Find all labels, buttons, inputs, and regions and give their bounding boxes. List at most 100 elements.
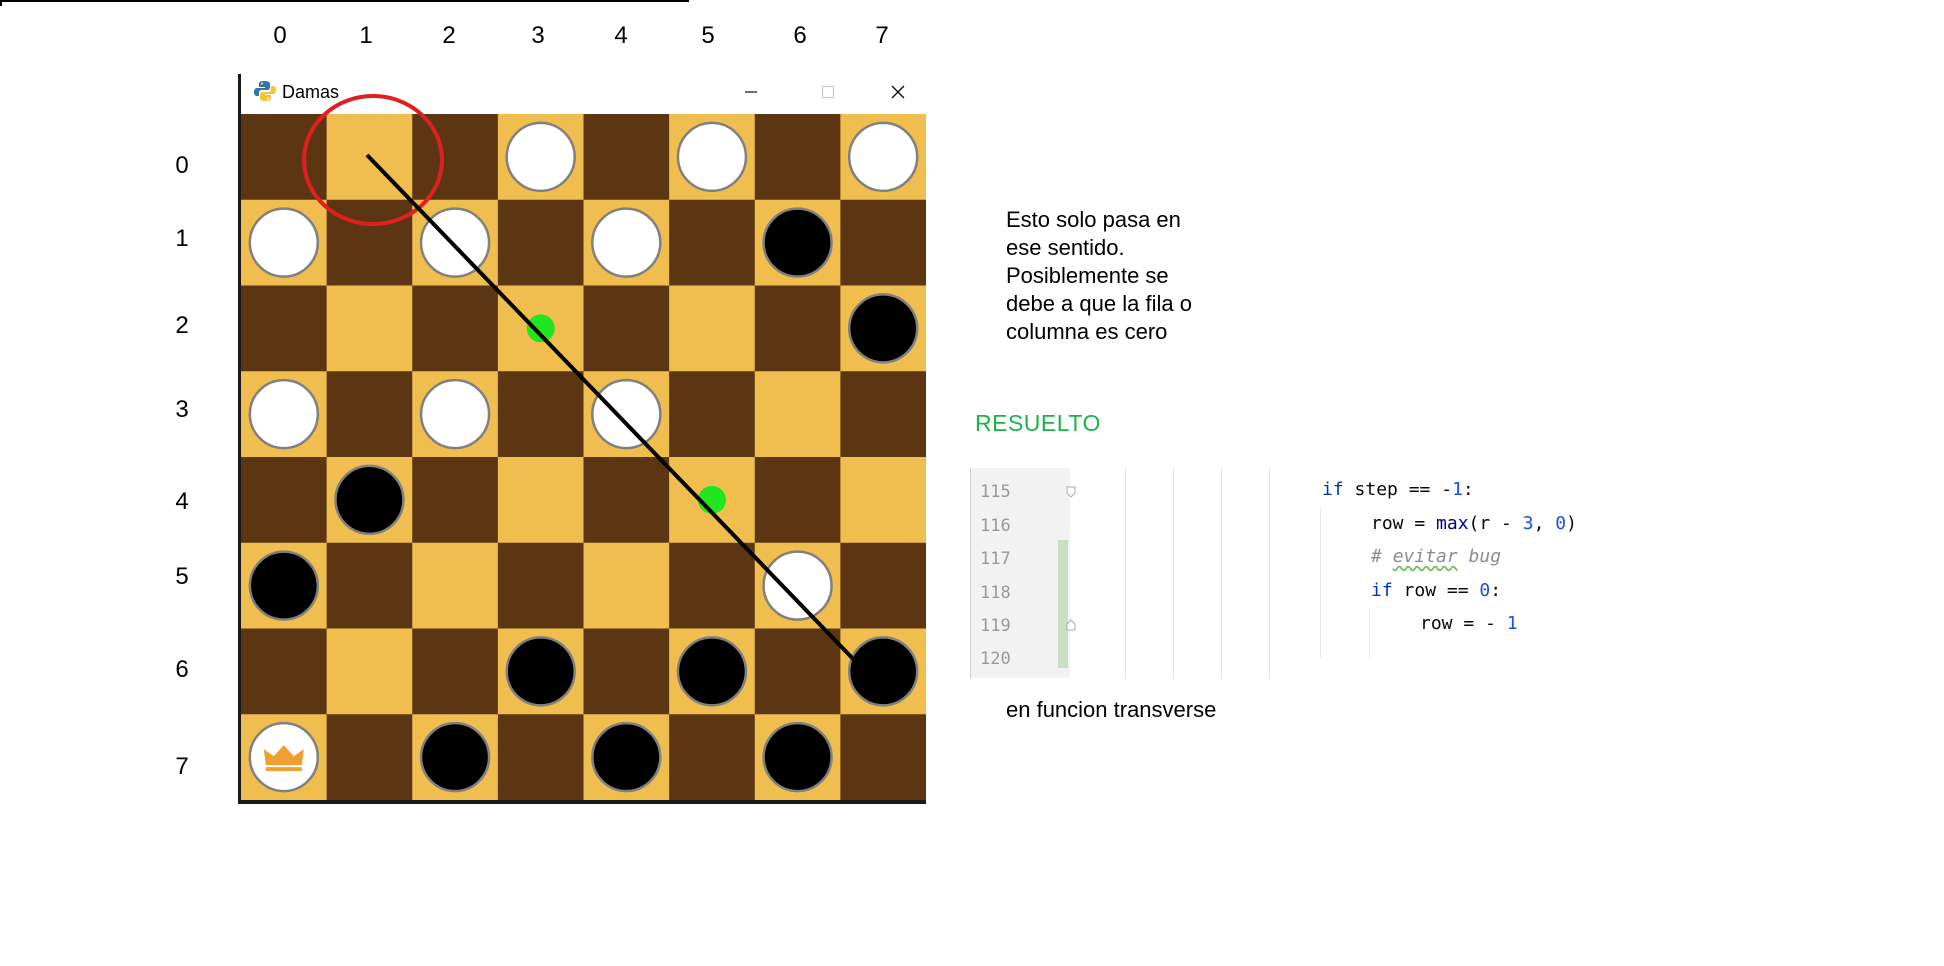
code-line-117: # evitar bug [1371, 546, 1502, 567]
dark-square[interactable] [583, 285, 670, 372]
line-number: 115 [980, 482, 1011, 502]
window-title: Damas [282, 82, 340, 102]
dark-square[interactable] [326, 542, 413, 629]
black-piece[interactable] [505, 636, 576, 707]
dark-square[interactable] [497, 714, 584, 800]
board-canvas[interactable] [241, 114, 926, 800]
white-piece[interactable] [591, 378, 662, 450]
close-button[interactable] [875, 74, 921, 110]
line-number: 120 [980, 649, 1011, 669]
dark-square[interactable] [497, 199, 584, 286]
column-label: 1 [359, 22, 373, 49]
white-piece[interactable] [847, 121, 919, 193]
dark-square[interactable] [840, 542, 926, 629]
white-piece[interactable] [419, 378, 491, 450]
minimize-button[interactable] [728, 74, 774, 110]
crown-base [265, 767, 302, 772]
light-square[interactable] [754, 371, 841, 458]
code-line-119: row = - 1 [1420, 613, 1518, 634]
dark-square[interactable] [326, 199, 413, 286]
light-square[interactable] [412, 542, 499, 629]
note-line: Posiblemente se [1006, 263, 1169, 288]
light-square[interactable] [326, 628, 413, 715]
white-piece[interactable] [248, 207, 320, 278]
dark-square[interactable] [241, 628, 328, 715]
note-line: Esto solo pasa en [1006, 207, 1181, 232]
indent-guide [1125, 468, 1126, 678]
dark-square[interactable] [241, 285, 328, 372]
checkers-board[interactable] [241, 114, 926, 800]
change-bar [1058, 540, 1068, 668]
window-left-edge [238, 74, 241, 804]
line-number: 118 [980, 583, 1011, 603]
fold-end-icon[interactable] [1066, 619, 1076, 631]
top-border-line [0, 0, 689, 2]
light-square[interactable] [497, 457, 584, 544]
white-piece[interactable] [505, 121, 576, 193]
dark-square[interactable] [754, 114, 841, 201]
light-square[interactable] [669, 285, 756, 372]
white-piece[interactable] [762, 550, 833, 621]
dark-square[interactable] [326, 714, 413, 800]
dark-square[interactable] [497, 371, 584, 458]
light-square[interactable] [840, 457, 926, 544]
dark-square[interactable] [669, 371, 756, 458]
light-square[interactable] [583, 542, 670, 629]
black-piece[interactable] [248, 550, 320, 621]
maximize-icon [821, 85, 835, 99]
indent-guide [1221, 468, 1222, 678]
dark-square[interactable] [754, 285, 841, 372]
code-line-118: if row == 0: [1371, 580, 1502, 601]
dark-square[interactable] [412, 457, 499, 544]
dark-square[interactable] [754, 628, 841, 715]
row-label: 4 [175, 488, 189, 515]
dark-square[interactable] [669, 542, 756, 629]
indent-guide [1369, 608, 1370, 658]
black-piece[interactable] [334, 464, 405, 536]
note-line: ese sentido. [1006, 235, 1125, 260]
maximize-button[interactable] [805, 74, 851, 110]
light-square[interactable] [326, 285, 413, 372]
white-piece[interactable] [591, 207, 662, 278]
python-icon [254, 81, 276, 101]
fold-start-icon[interactable] [1066, 486, 1076, 498]
gutter-border [970, 468, 971, 678]
dark-square[interactable] [754, 457, 841, 544]
dark-square[interactable] [412, 285, 499, 372]
black-piece[interactable] [591, 721, 662, 793]
black-piece[interactable] [419, 721, 491, 793]
dark-square[interactable] [669, 714, 756, 800]
dark-square[interactable] [412, 628, 499, 715]
black-piece[interactable] [847, 636, 919, 707]
indent-guide [1269, 468, 1270, 678]
dark-square[interactable] [412, 114, 499, 201]
white-piece[interactable] [419, 207, 491, 278]
white-piece[interactable] [676, 121, 748, 193]
black-piece[interactable] [847, 293, 919, 364]
valid-move-marker[interactable] [526, 314, 555, 343]
dark-square[interactable] [840, 371, 926, 458]
dark-square[interactable] [241, 457, 328, 544]
column-label: 2 [442, 22, 456, 49]
black-piece[interactable] [762, 721, 833, 793]
dark-square[interactable] [583, 628, 670, 715]
dark-square[interactable] [583, 114, 670, 201]
dark-square[interactable] [497, 542, 584, 629]
valid-move-marker[interactable] [697, 485, 726, 514]
light-square[interactable] [326, 114, 413, 201]
dark-square[interactable] [669, 199, 756, 286]
note-line: debe a que la fila o [1006, 291, 1192, 316]
column-label: 7 [875, 22, 889, 49]
black-piece[interactable] [676, 636, 748, 707]
column-label: 0 [273, 22, 287, 49]
black-piece[interactable] [762, 207, 833, 278]
code-line-116: row = max(r - 3, 0) [1371, 513, 1577, 534]
dark-square[interactable] [241, 114, 328, 201]
row-label: 1 [175, 225, 189, 252]
dark-square[interactable] [840, 714, 926, 800]
white-piece[interactable] [248, 378, 320, 450]
dark-square[interactable] [583, 457, 670, 544]
dark-square[interactable] [326, 371, 413, 458]
dark-square[interactable] [840, 199, 926, 286]
indent-guide [1320, 508, 1321, 658]
